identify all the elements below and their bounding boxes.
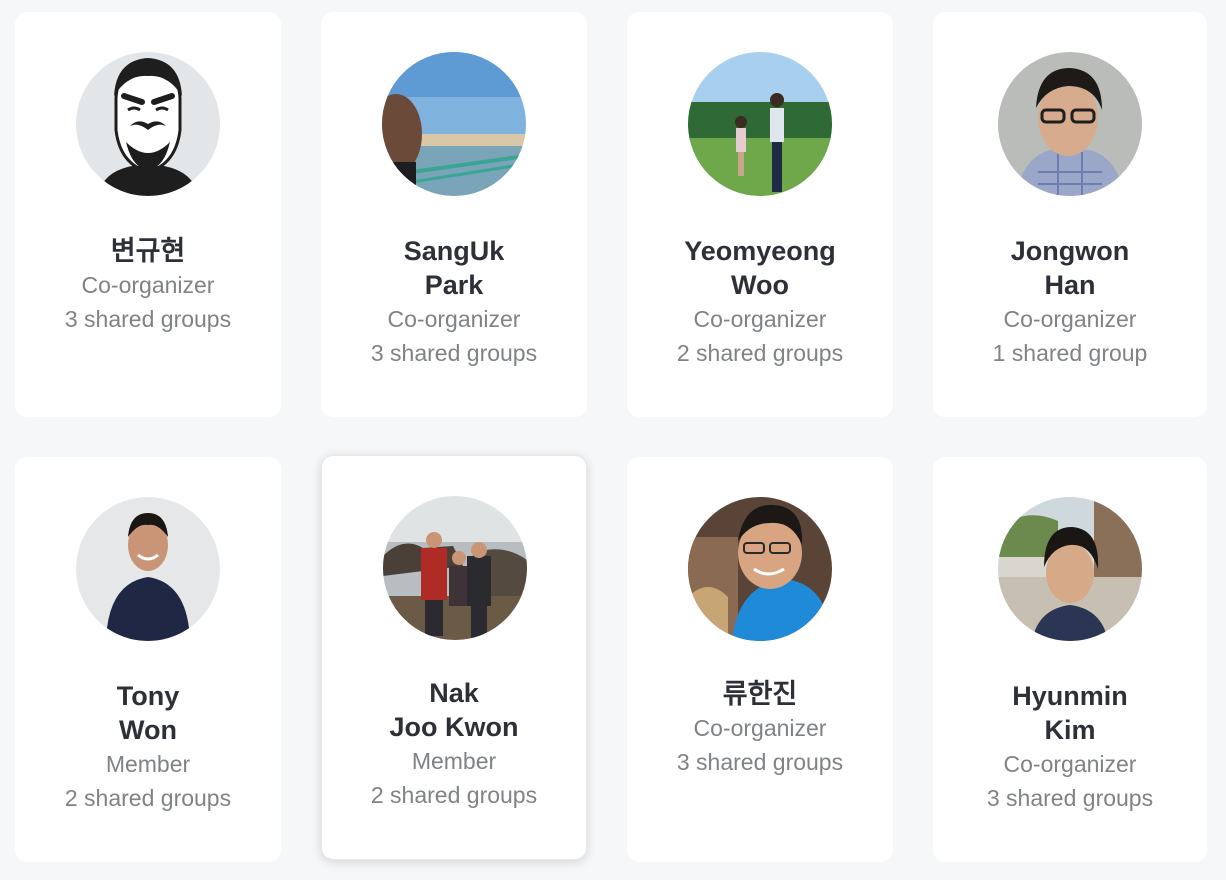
- member-name[interactable]: 변규현: [48, 234, 248, 268]
- member-avatar[interactable]: [688, 497, 832, 641]
- beach-photo-image: [382, 52, 526, 196]
- member-avatar[interactable]: [383, 496, 527, 640]
- member-name[interactable]: SangUk Park: [354, 234, 554, 302]
- member-card[interactable]: SangUk Park Co-organizer 3 shared groups: [321, 12, 587, 417]
- member-card[interactable]: 변규현 Co-organizer 3 shared groups: [15, 12, 281, 417]
- member-role: Co-organizer: [81, 272, 215, 298]
- member-card[interactable]: Jongwon Han Co-organizer 1 shared group: [933, 12, 1207, 417]
- family-photo-image: [383, 496, 527, 640]
- member-avatar[interactable]: [998, 497, 1142, 641]
- member-name[interactable]: Hyunmin Kim: [970, 679, 1170, 747]
- member-role: Co-organizer: [693, 306, 827, 332]
- member-avatar[interactable]: [998, 52, 1142, 196]
- portrait-photo-image: [998, 52, 1142, 196]
- shared-groups-count: 3 shared groups: [370, 340, 538, 366]
- member-card[interactable]: Yeomyeong Woo Co-organizer 2 shared grou…: [627, 12, 893, 417]
- member-role: Co-organizer: [1003, 306, 1137, 332]
- member-name[interactable]: Jongwon Han: [970, 234, 1170, 302]
- studio-photo-image: [76, 497, 220, 641]
- member-role: Co-organizer: [387, 306, 521, 332]
- shared-groups-count: 3 shared groups: [986, 785, 1154, 811]
- member-name[interactable]: 류한진: [660, 677, 860, 711]
- member-card[interactable]: Tony Won Member 2 shared groups: [15, 457, 281, 862]
- member-role: Member: [411, 748, 497, 774]
- restaurant-photo-image: [688, 497, 832, 641]
- shared-groups-count: 2 shared groups: [64, 785, 232, 811]
- member-avatar[interactable]: [382, 52, 526, 196]
- member-role: Co-organizer: [693, 715, 827, 741]
- member-card[interactable]: 류한진 Co-organizer 3 shared groups: [627, 457, 893, 862]
- shared-groups-count: 3 shared groups: [676, 749, 844, 775]
- field-photo-image: [688, 52, 832, 196]
- member-card[interactable]: Nak Joo Kwon Member 2 shared groups: [321, 455, 587, 860]
- member-name[interactable]: Nak Joo Kwon: [354, 676, 554, 744]
- member-name[interactable]: Yeomyeong Woo: [660, 234, 860, 302]
- shared-groups-count: 1 shared group: [992, 340, 1148, 366]
- shared-groups-count: 3 shared groups: [64, 306, 232, 332]
- member-avatar[interactable]: [76, 52, 220, 196]
- member-name[interactable]: Tony Won: [48, 679, 248, 747]
- member-role: Co-organizer: [1003, 751, 1137, 777]
- cartoon-face-image: [76, 52, 220, 196]
- member-avatar[interactable]: [76, 497, 220, 641]
- shared-groups-count: 2 shared groups: [370, 782, 538, 808]
- member-role: Member: [105, 751, 191, 777]
- member-avatar[interactable]: [688, 52, 832, 196]
- shared-groups-count: 2 shared groups: [676, 340, 844, 366]
- street-photo-image: [998, 497, 1142, 641]
- member-card[interactable]: Hyunmin Kim Co-organizer 3 shared groups: [933, 457, 1207, 862]
